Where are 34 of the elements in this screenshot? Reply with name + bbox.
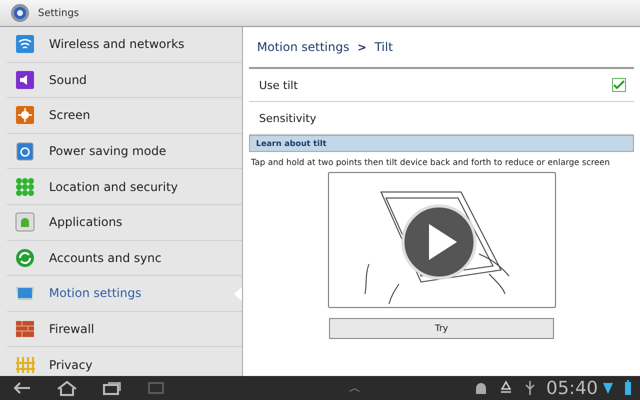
fence-icon bbox=[15, 354, 35, 375]
up-caret[interactable]: ︿ bbox=[349, 380, 362, 396]
window-title: Settings bbox=[38, 8, 80, 18]
sidebar-item[interactable]: Sound bbox=[7, 62, 242, 98]
battery-icon bbox=[624, 380, 632, 396]
sun-icon bbox=[15, 105, 35, 126]
home-icon[interactable] bbox=[56, 380, 78, 396]
speaker-icon bbox=[15, 70, 35, 90]
usb-icon bbox=[524, 380, 536, 396]
description-text: Tap and hold at two points then tilt device back and forth to reduce or enlarge screen bbox=[250, 156, 611, 169]
grid-icon bbox=[15, 176, 35, 197]
screenshot-icon[interactable] bbox=[146, 380, 166, 396]
breadcrumb-separator: > bbox=[357, 40, 367, 54]
sidebar-item[interactable]: Location and security bbox=[7, 169, 242, 205]
sync-icon bbox=[15, 248, 35, 268]
breadcrumb-link[interactable]: Motion settings bbox=[257, 40, 350, 54]
try-button[interactable]: Try bbox=[329, 318, 554, 339]
sidebar-item[interactable]: Firewall bbox=[7, 312, 242, 348]
sidebar-item[interactable]: Wireless and networks bbox=[7, 27, 242, 63]
wifi-icon bbox=[15, 34, 35, 54]
wifi-signal-icon bbox=[602, 381, 614, 395]
clock-time: 05:40 bbox=[546, 378, 598, 398]
sidebar-item[interactable]: Applications bbox=[7, 204, 242, 241]
breadcrumb-current: Tilt bbox=[374, 40, 393, 54]
checkbox[interactable] bbox=[612, 78, 626, 92]
brick-wall-icon bbox=[15, 319, 35, 340]
sidebar-item[interactable]: Power saving mode bbox=[7, 134, 242, 170]
sidebar-item[interactable]: Accounts and sync bbox=[7, 240, 242, 276]
back-icon[interactable] bbox=[12, 380, 32, 396]
sidebar-item[interactable]: Screen bbox=[7, 98, 242, 134]
gear-icon bbox=[10, 3, 30, 23]
setting-row[interactable]: Use tilt bbox=[249, 69, 634, 102]
section-header: Learn about tilt bbox=[249, 135, 634, 152]
recent-apps-icon[interactable] bbox=[102, 380, 122, 396]
